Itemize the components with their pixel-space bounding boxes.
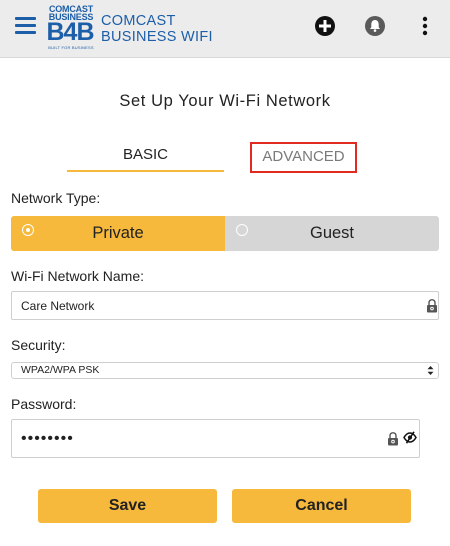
logo-mark: B4B xyxy=(46,18,94,46)
cancel-button[interactable]: Cancel xyxy=(232,489,411,523)
private-option-label: Private xyxy=(92,224,144,242)
guest-option-label: Guest xyxy=(309,224,355,242)
password-field xyxy=(11,419,420,458)
security-label: Security: xyxy=(11,337,66,353)
wifi-name-label: Wi-Fi Network Name: xyxy=(11,268,145,284)
wifi-name-field xyxy=(11,291,439,320)
password-label: Password: xyxy=(11,396,77,412)
add-icon[interactable] xyxy=(314,15,336,37)
notifications-icon[interactable] xyxy=(364,15,386,37)
network-type-label: Network Type: xyxy=(11,190,101,206)
brand-line2: BUSINESS WIFI xyxy=(101,29,213,45)
more-options-icon[interactable] xyxy=(418,15,432,37)
tab-basic[interactable]: BASIC xyxy=(67,142,224,172)
lock-icon xyxy=(388,432,398,446)
page-title: Set Up Your Wi-Fi Network xyxy=(119,92,331,110)
brand-name: COMCAST BUSINESS WIFI xyxy=(101,13,213,45)
logo: COMCAST BUSINESS B4B BUILT FOR BUSINESS xyxy=(44,5,98,53)
save-button[interactable]: Save xyxy=(38,489,217,523)
password-input[interactable] xyxy=(21,420,401,457)
app-header: COMCAST BUSINESS B4B BUILT FOR BUSINESS … xyxy=(0,0,450,58)
security-select[interactable]: WPA2/WPA PSK xyxy=(11,362,439,379)
network-type-private-option[interactable]: Private xyxy=(11,216,225,251)
show-password-icon[interactable] xyxy=(403,431,417,444)
logo-tagline: BUILT FOR BUSINESS xyxy=(48,45,94,50)
menu-icon[interactable] xyxy=(15,17,36,34)
network-type-guest-option[interactable]: Guest xyxy=(225,216,439,251)
lock-icon xyxy=(427,299,437,313)
wifi-name-input[interactable] xyxy=(21,292,401,319)
select-arrows-icon xyxy=(427,366,434,375)
security-selected-value: WPA2/WPA PSK xyxy=(21,364,100,376)
brand-line1: COMCAST xyxy=(101,13,176,29)
tab-advanced[interactable]: ADVANCED xyxy=(250,142,357,173)
